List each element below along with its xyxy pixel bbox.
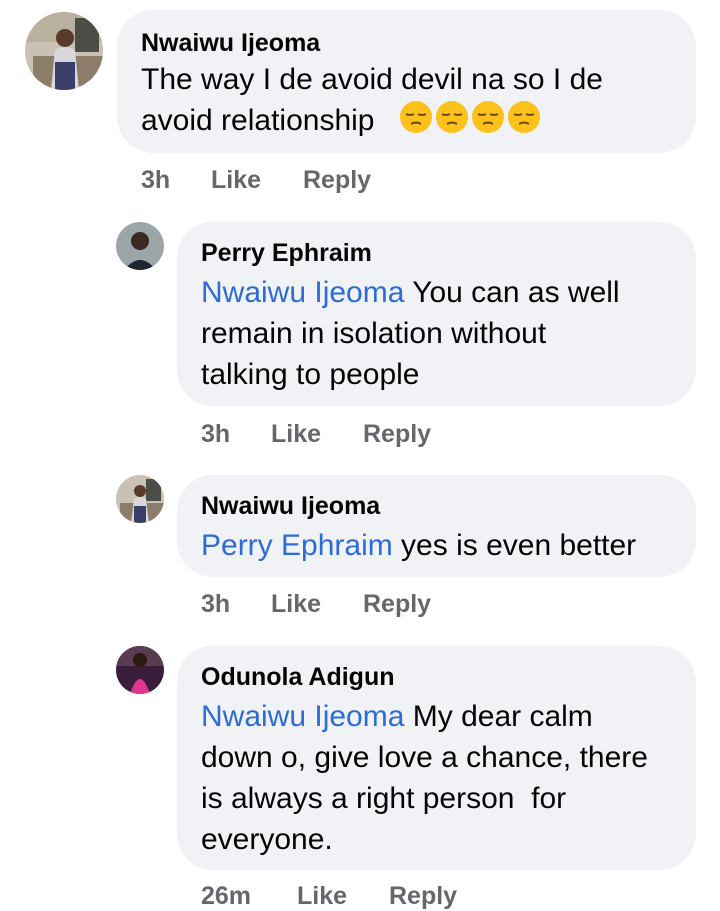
like-button[interactable]: Like xyxy=(297,882,347,911)
comment-text-segment: avoid relationship xyxy=(141,104,375,137)
avatar[interactable] xyxy=(116,646,164,694)
reply-button[interactable]: Reply xyxy=(389,882,457,911)
woman-profile-photo-icon xyxy=(25,12,103,90)
pensive-face-emoji-icon xyxy=(508,101,541,133)
comment-text-line: down o, give love a chance, there xyxy=(201,741,648,774)
comment-text-line: Nwaiwu Ijeoma My dear calm xyxy=(201,696,681,737)
comment-text: Nwaiwu Ijeoma My dear calm down o, give … xyxy=(201,696,681,860)
comment-text-line: Perry Ephraim yes is even better xyxy=(201,525,681,566)
like-button[interactable]: Like xyxy=(271,420,321,449)
woman-pink-dress-photo-icon xyxy=(116,646,164,694)
comment-time[interactable]: 26m xyxy=(201,882,251,911)
comment-time[interactable]: 3h xyxy=(201,590,230,619)
comment-text: Perry Ephraim yes is even better xyxy=(201,525,681,566)
reply-button[interactable]: Reply xyxy=(303,166,371,195)
comment-text-line: remain in isolation without xyxy=(201,317,547,350)
avatar[interactable] xyxy=(116,475,164,523)
pensive-face-emoji-icon xyxy=(436,101,469,133)
comment-text: The way I de avoid devil na so I de avoi… xyxy=(141,59,681,141)
reply-button[interactable]: Reply xyxy=(363,420,431,449)
man-profile-photo-icon xyxy=(116,222,164,270)
pensive-face-emoji-icon xyxy=(472,101,505,133)
comment-time[interactable]: 3h xyxy=(141,166,170,195)
mention-link[interactable]: Perry Ephraim xyxy=(201,529,393,562)
comment-author[interactable]: Nwaiwu Ijeoma xyxy=(141,28,320,58)
comment-author[interactable]: Perry Ephraim xyxy=(201,238,372,268)
like-button[interactable]: Like xyxy=(211,166,261,195)
like-button[interactable]: Like xyxy=(271,590,321,619)
comment-text-segment: You can as well xyxy=(404,276,620,309)
pensive-face-emoji-icon xyxy=(400,101,433,133)
comment-text: Nwaiwu Ijeoma You can as well remain in … xyxy=(201,272,681,395)
mention-link[interactable]: Nwaiwu Ijeoma xyxy=(201,276,404,309)
comment-text-line: everyone. xyxy=(201,823,333,856)
comment-author[interactable]: Nwaiwu Ijeoma xyxy=(201,491,380,521)
comment-text-line: is always a right person for xyxy=(201,782,567,815)
comment-text-line: Nwaiwu Ijeoma You can as well xyxy=(201,272,681,313)
comment-text-line: talking to people xyxy=(201,358,420,391)
comment-text-line: The way I de avoid devil na so I de xyxy=(141,63,603,96)
comment-time[interactable]: 3h xyxy=(201,420,230,449)
woman-profile-photo-icon xyxy=(116,475,164,523)
mention-link[interactable]: Nwaiwu Ijeoma xyxy=(201,700,404,733)
avatar[interactable] xyxy=(116,222,164,270)
comment-author[interactable]: Odunola Adigun xyxy=(201,662,394,692)
avatar[interactable] xyxy=(25,12,103,90)
comment-text-segment: My dear calm xyxy=(404,700,593,733)
comment-text-segment: yes is even better xyxy=(392,529,637,562)
reply-button[interactable]: Reply xyxy=(363,590,431,619)
comment-text-line-with-emoji: avoid relationship xyxy=(141,100,681,141)
